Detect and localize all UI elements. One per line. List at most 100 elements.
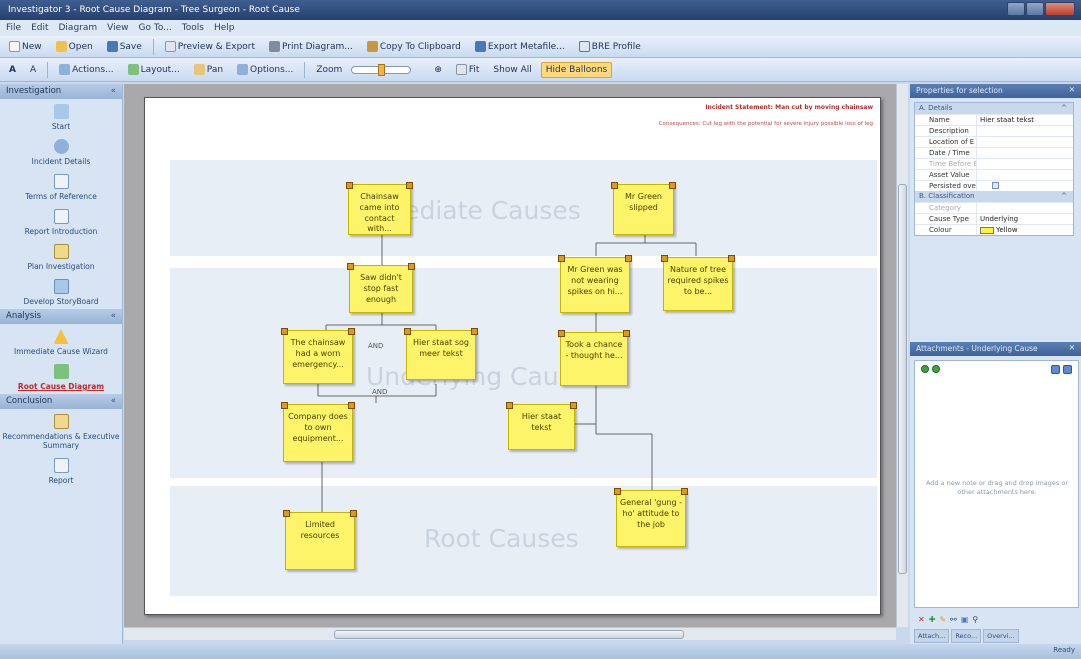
property-grid[interactable]: A. Details ^ Name Hier staat tekst Descrip… (914, 102, 1074, 236)
add-icon[interactable]: ✚ (929, 615, 936, 624)
attachments-drop-area[interactable]: Add a new note or drag and drop images o… (914, 360, 1079, 608)
property-row[interactable]: Name Hier staat tekst (915, 114, 1073, 125)
colour-value[interactable]: Yellow (977, 225, 1073, 235)
font-increase-button[interactable]: A (4, 62, 21, 78)
nav-section-analysis[interactable]: Analysis « (0, 309, 122, 324)
nav-item-root-cause-diagram[interactable]: Root Cause Diagram (0, 359, 122, 394)
note-hier-stast-sog[interactable]: Hier staat sog meer tekst (404, 328, 478, 380)
nav-item-immediate-cause-wizard[interactable]: Immediate Cause Wizard (0, 324, 122, 359)
close-button[interactable] (1045, 2, 1075, 16)
chevron-up-icon[interactable]: « (111, 396, 116, 406)
hide-balloons-button[interactable]: Hide Balloons (540, 61, 613, 78)
zoom-slider[interactable] (351, 63, 412, 76)
menu-view[interactable]: View (107, 23, 128, 36)
note-took-chance[interactable]: Took a chance - thought he... (558, 330, 630, 386)
horizontal-scroll-thumb[interactable] (334, 630, 684, 639)
vertical-scrollbar[interactable] (896, 84, 908, 627)
note-hier-staat-tekst[interactable]: Hier staat tekst (506, 402, 577, 450)
fit-icon (455, 64, 467, 75)
menu-goto[interactable]: Go To... (139, 23, 172, 36)
preview-export-button[interactable]: Preview & Export (160, 38, 260, 55)
nav-item-recommendations[interactable]: Recommendations & Executive Summary (0, 409, 122, 453)
toolbar-separator (304, 61, 306, 78)
property-category-details[interactable]: A. Details ^ (915, 103, 1073, 114)
property-row[interactable]: Colour Yellow (915, 224, 1073, 235)
chevron-up-icon[interactable]: « (111, 86, 116, 96)
tab-recommendations[interactable]: Reco... (951, 629, 982, 643)
chevron-up-icon[interactable]: « (111, 311, 116, 321)
font-decrease-button[interactable]: A (25, 62, 41, 78)
delete-icon[interactable]: ✕ (918, 615, 925, 624)
nav-item-start[interactable]: Start (0, 99, 122, 134)
save-icon[interactable]: ▣ (961, 615, 969, 624)
grid-view-icon[interactable] (1051, 365, 1060, 374)
maximize-button[interactable] (1026, 2, 1044, 16)
open-button[interactable]: Open (51, 38, 98, 55)
and-connector[interactable]: AND (368, 342, 383, 350)
property-row[interactable]: Asset Value (915, 169, 1073, 180)
zoom-slider-thumb[interactable] (378, 63, 386, 76)
property-row[interactable]: Persisted over (915, 180, 1073, 191)
pin-icon[interactable]: ✕ (1069, 343, 1075, 352)
nav-item-report-introduction[interactable]: Report Introduction (0, 204, 122, 239)
actions-button[interactable]: Actions... (54, 61, 118, 78)
pin-icon[interactable]: ⚲ (972, 615, 978, 624)
note-company-own-equipment[interactable]: Company does to own equipment... (281, 402, 355, 462)
horizontal-scrollbar[interactable] (124, 627, 896, 640)
note-limited-resources[interactable]: Limited resources (283, 510, 357, 570)
chevron-up-icon[interactable]: ^ (1061, 192, 1067, 200)
copy-clipboard-button[interactable]: Copy To Clipboard (362, 38, 466, 55)
nav-item-terms-of-reference[interactable]: Terms of Reference (0, 169, 122, 204)
show-all-button[interactable]: Show All (488, 62, 536, 78)
vertical-scroll-thumb[interactable] (898, 184, 907, 574)
property-category-classification[interactable]: B. Classification ^ (915, 191, 1073, 202)
nav-item-plan-investigation[interactable]: Plan Investigation (0, 239, 122, 274)
note-nature-of-tree[interactable]: Nature of tree required spikes to be... (661, 255, 735, 311)
pan-button[interactable]: Pan (189, 61, 228, 78)
link-icon[interactable]: ⚯ (950, 615, 957, 624)
fit-button[interactable]: Fit (451, 61, 485, 78)
menu-edit[interactable]: Edit (31, 23, 48, 36)
bre-profile-button[interactable]: BRE Profile (574, 38, 646, 55)
edit-icon[interactable]: ✎ (939, 615, 946, 624)
chevron-up-icon[interactable]: ^ (1061, 104, 1067, 112)
nav-item-incident-details[interactable]: Incident Details (0, 134, 122, 169)
property-row[interactable]: Cause Type Underlying (915, 213, 1073, 224)
menu-diagram[interactable]: Diagram (59, 23, 98, 36)
pin-icon[interactable]: ✕ (1069, 85, 1075, 94)
property-row[interactable]: Description (915, 125, 1073, 136)
print-diagram-button[interactable]: Print Diagram... (264, 38, 358, 55)
layout-button[interactable]: Layout... (123, 61, 185, 78)
options-button[interactable]: Options... (232, 61, 298, 78)
document-icon (53, 174, 69, 189)
note-gung-ho[interactable]: General 'gung -ho' attitude to the job (614, 488, 688, 547)
tab-overview[interactable]: Overvi... (983, 629, 1019, 643)
minimize-button[interactable] (1007, 2, 1025, 16)
back-icon[interactable] (921, 365, 929, 373)
new-button[interactable]: New (4, 38, 47, 55)
calendar-icon (53, 244, 69, 259)
menu-tools[interactable]: Tools (182, 23, 204, 36)
nav-section-investigation[interactable]: Investigation « (0, 84, 122, 99)
nav-item-report[interactable]: Report (0, 453, 122, 488)
warning-icon (53, 329, 69, 344)
note-not-wearing-spikes[interactable]: Mr Green was not wearing spikes on hi... (558, 255, 632, 313)
note-emergency[interactable]: The chainsaw had a worn emergency... (281, 328, 355, 384)
zoom-in-button[interactable]: ⊕ (429, 62, 447, 78)
menu-help[interactable]: Help (214, 23, 235, 36)
nav-section-conclusion[interactable]: Conclusion « (0, 394, 122, 409)
save-button[interactable]: Save (102, 38, 147, 55)
list-view-icon[interactable] (1063, 365, 1072, 374)
forward-icon[interactable] (932, 365, 940, 373)
persisted-checkbox[interactable] (977, 181, 1073, 191)
profile-icon (578, 41, 590, 52)
property-row[interactable]: Date / Time (915, 147, 1073, 158)
property-row[interactable]: Location of E (915, 136, 1073, 147)
note-mr-green-slipped[interactable]: Mr Green slipped (611, 182, 676, 235)
note-saw-didnt-stop[interactable]: Saw didn't stop fast enough (347, 263, 415, 313)
menu-file[interactable]: File (6, 23, 21, 36)
note-chainsaw-contact[interactable]: Chainsaw came into contact with... (346, 182, 413, 235)
nav-item-develop-storyboard[interactable]: Develop StoryBoard (0, 274, 122, 309)
tab-attachments[interactable]: Attach... (914, 629, 950, 643)
export-metafile-button[interactable]: Export Metafile... (470, 38, 570, 55)
